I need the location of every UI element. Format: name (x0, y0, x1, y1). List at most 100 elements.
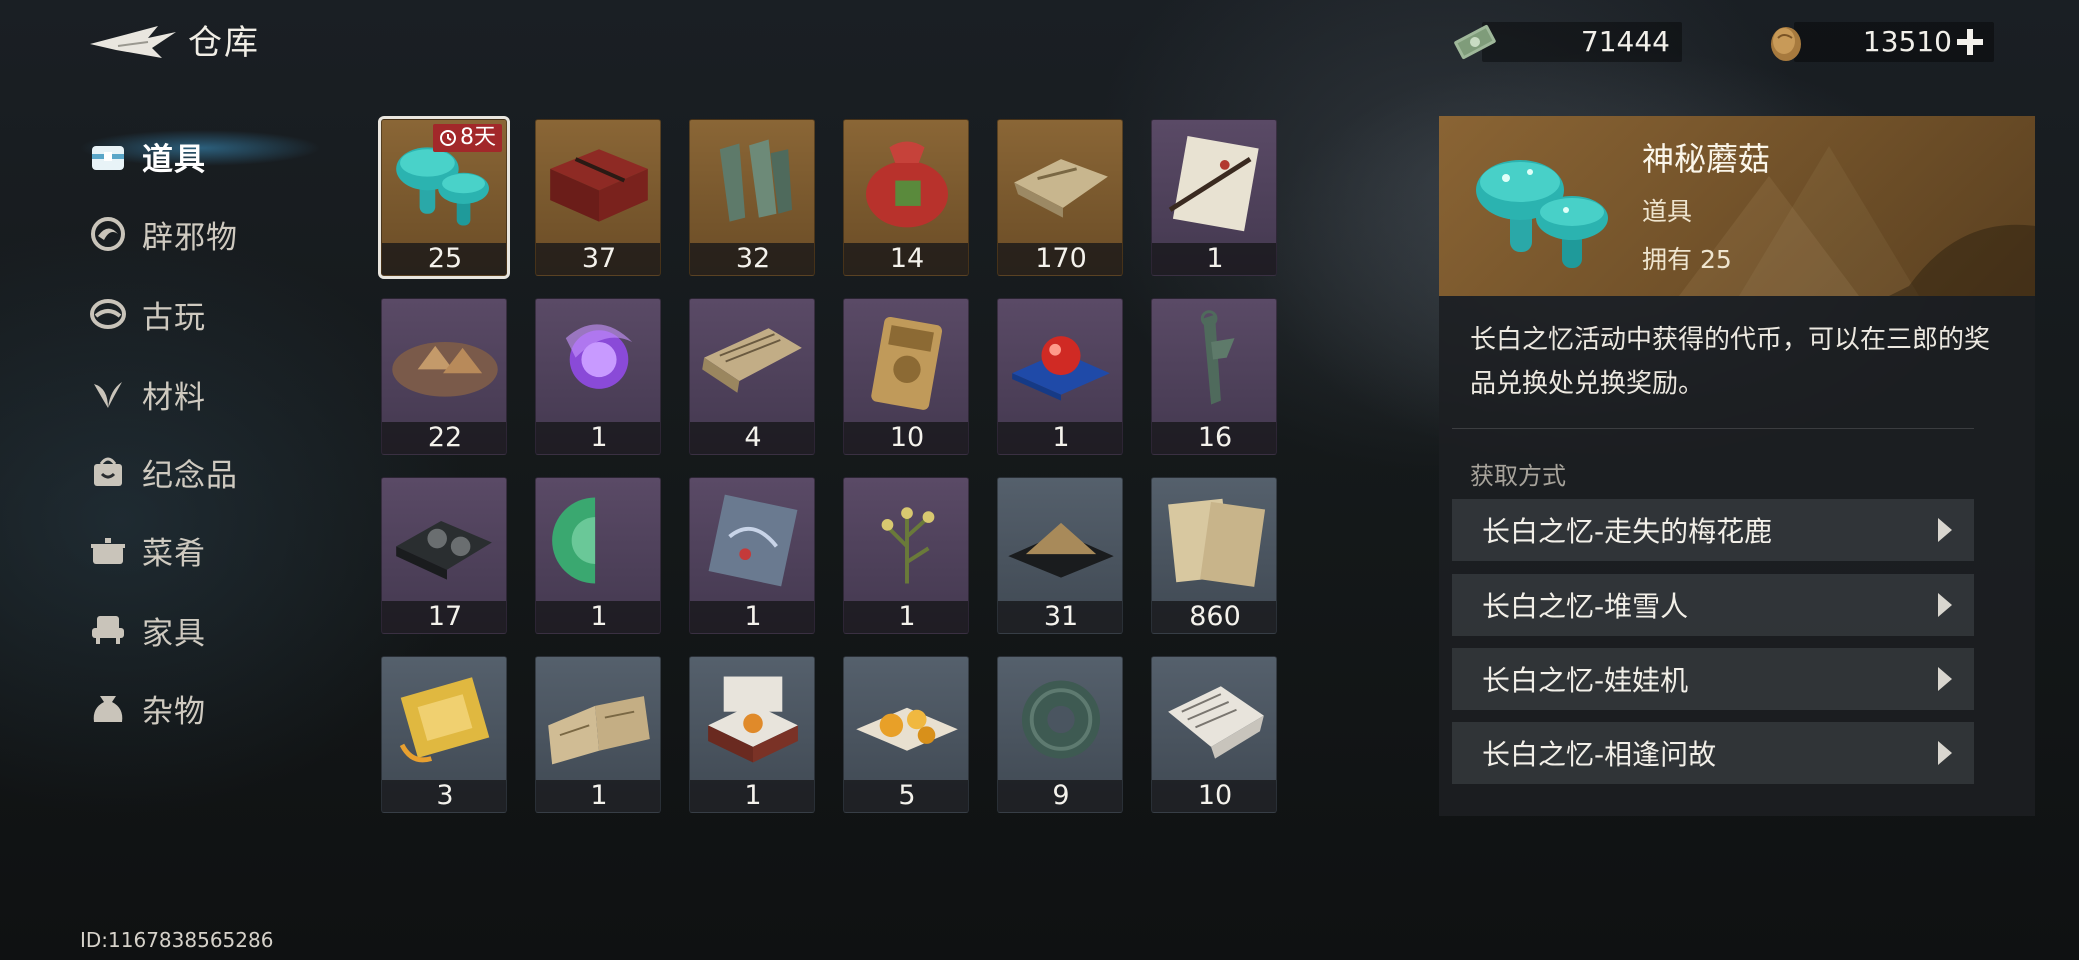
sidebar-item-label: 古玩 (142, 299, 206, 336)
sidebar-item-sundries[interactable]: 杂物 (88, 680, 348, 736)
slot-count: 1 (844, 601, 968, 633)
sidebar-item-label: 辟邪物 (142, 219, 238, 256)
currency-cash: 71444 (1452, 20, 1682, 64)
source-item[interactable]: 长白之忆-娃娃机 (1452, 648, 1974, 710)
flower-branch-icon (881, 507, 935, 584)
teal-mushroom-icon (1476, 160, 1608, 268)
inventory-slot[interactable]: 3 (381, 656, 507, 813)
inventory-slot[interactable]: 4 (689, 298, 815, 455)
inventory-slot[interactable]: 31 (997, 477, 1123, 634)
dish-pot-icon (91, 538, 125, 564)
painted-tile-icon (708, 494, 798, 587)
slot-count: 1 (690, 780, 814, 812)
sidebar-item-antiques[interactable]: 古玩 (88, 286, 348, 342)
purple-orb-icon (565, 324, 633, 389)
inventory-slot[interactable]: 16 (1151, 298, 1277, 455)
slot-count: 1 (1152, 243, 1276, 275)
inventory-slot[interactable]: 22 (381, 298, 507, 455)
slot-count: 860 (1152, 601, 1276, 633)
souvenir-bag-icon (94, 457, 122, 486)
slot-count: 1 (536, 601, 660, 633)
slot-count: 37 (536, 243, 660, 275)
jade-half-disc-icon (552, 497, 596, 584)
inventory-slot[interactable]: 10 (1151, 656, 1277, 813)
source-item-label: 长白之忆-走失的梅花鹿 (1482, 515, 1773, 548)
source-item[interactable]: 长白之忆-相逢问故 (1452, 722, 1974, 784)
inventory-slot[interactable]: 1 (1151, 119, 1277, 276)
source-item[interactable]: 长白之忆-走失的梅花鹿 (1452, 499, 1974, 561)
currency-cash-value: 71444 (1580, 25, 1670, 58)
newspaper-icon (1168, 686, 1264, 759)
swirl-talisman-icon (91, 217, 125, 251)
inventory-slot[interactable]: 1 (535, 477, 661, 634)
red-lacquer-chest-icon (550, 149, 648, 222)
old-scroll-icon (702, 328, 802, 393)
page-title: 仓库 (188, 23, 260, 63)
inventory-slot[interactable]: 37 (535, 119, 661, 276)
inventory-slot[interactable]: 860 (1151, 477, 1277, 634)
copper-coin-icon (1771, 27, 1801, 61)
inventory-slot[interactable]: 5 (843, 656, 969, 813)
sidebar-item-dishes[interactable]: 菜肴 (88, 522, 348, 578)
source-item[interactable]: 长白之忆-堆雪人 (1452, 574, 1974, 636)
inventory-slot[interactable]: 10 (843, 298, 969, 455)
slot-count: 170 (998, 243, 1122, 275)
bronze-spade-coins-icon (719, 139, 793, 222)
slot-count: 1 (536, 422, 660, 454)
inventory-slot[interactable]: 1 (843, 477, 969, 634)
inventory-slot[interactable]: 1 (535, 298, 661, 455)
inventory-slot[interactable]: 8天 25 (378, 116, 510, 279)
inventory-slot[interactable]: 32 (689, 119, 815, 276)
jade-ring-icon (1021, 680, 1101, 759)
sidebar-item-materials[interactable]: 材料 (88, 366, 348, 422)
source-item-label: 长白之忆-娃娃机 (1482, 664, 1689, 697)
slot-count: 22 (382, 422, 506, 454)
slot-count: 1 (998, 422, 1122, 454)
inventory-slot[interactable]: 1 (689, 477, 815, 634)
source-item-label: 长白之忆-堆雪人 (1482, 590, 1689, 623)
source-title: 获取方式 (1470, 462, 1566, 490)
sidebar-item-furniture[interactable]: 家具 (88, 602, 348, 658)
red-pouch-icon (865, 141, 949, 228)
sidebar-item-charms[interactable]: 辟邪物 (88, 206, 348, 262)
sidebar-item-items[interactable]: 道具 (88, 128, 348, 184)
back-arrow-icon (90, 26, 176, 58)
slot-count: 25 (382, 243, 506, 275)
user-id: ID:1167838565286 (80, 928, 274, 952)
expiry-badge-text: 8天 (460, 125, 496, 150)
divider (1452, 428, 1974, 429)
inventory-slot[interactable]: 1 (535, 656, 661, 813)
slot-count: 9 (998, 780, 1122, 812)
golden-token-icon (871, 316, 943, 410)
source-item-label: 长白之忆-相逢问故 (1482, 738, 1717, 771)
banknote-icon (1454, 24, 1496, 60)
amber-pieces-icon (856, 707, 958, 751)
inventory-slot[interactable]: 1 (997, 298, 1123, 455)
sidebar-item-label: 杂物 (142, 693, 206, 730)
slot-count: 5 (844, 780, 968, 812)
slot-count: 4 (690, 422, 814, 454)
inventory-slot[interactable]: 9 (997, 656, 1123, 813)
slot-count: 31 (998, 601, 1122, 633)
slot-count: 10 (844, 422, 968, 454)
pyramid-cake-icon (392, 341, 498, 397)
antique-icon (90, 299, 126, 329)
letter-brush-icon (1168, 136, 1259, 232)
inventory-slot[interactable]: 14 (843, 119, 969, 276)
back-button[interactable] (88, 20, 178, 66)
inventory-slot[interactable]: 1 (689, 656, 815, 813)
sidebar-item-label: 道具 (142, 141, 206, 178)
sidebar-item-label: 纪念品 (142, 457, 238, 494)
inventory-slot[interactable]: 170 (997, 119, 1123, 276)
add-coin-button[interactable] (1952, 24, 1988, 60)
inventory-slot[interactable]: 17 (381, 477, 507, 634)
plus-icon (1957, 29, 1983, 55)
sidebar-item-souvenirs[interactable]: 纪念品 (88, 444, 348, 500)
sand-pile-tray-icon (1008, 522, 1114, 578)
currency-coin-value: 13510 (1862, 25, 1952, 58)
expiry-badge: 8天 (433, 124, 502, 152)
red-ball-cushion-icon (1012, 336, 1110, 401)
item-owned-count: 拥有 25 (1642, 245, 1732, 274)
sundries-sack-icon (93, 696, 123, 722)
chevron-right-icon (1938, 741, 1952, 765)
